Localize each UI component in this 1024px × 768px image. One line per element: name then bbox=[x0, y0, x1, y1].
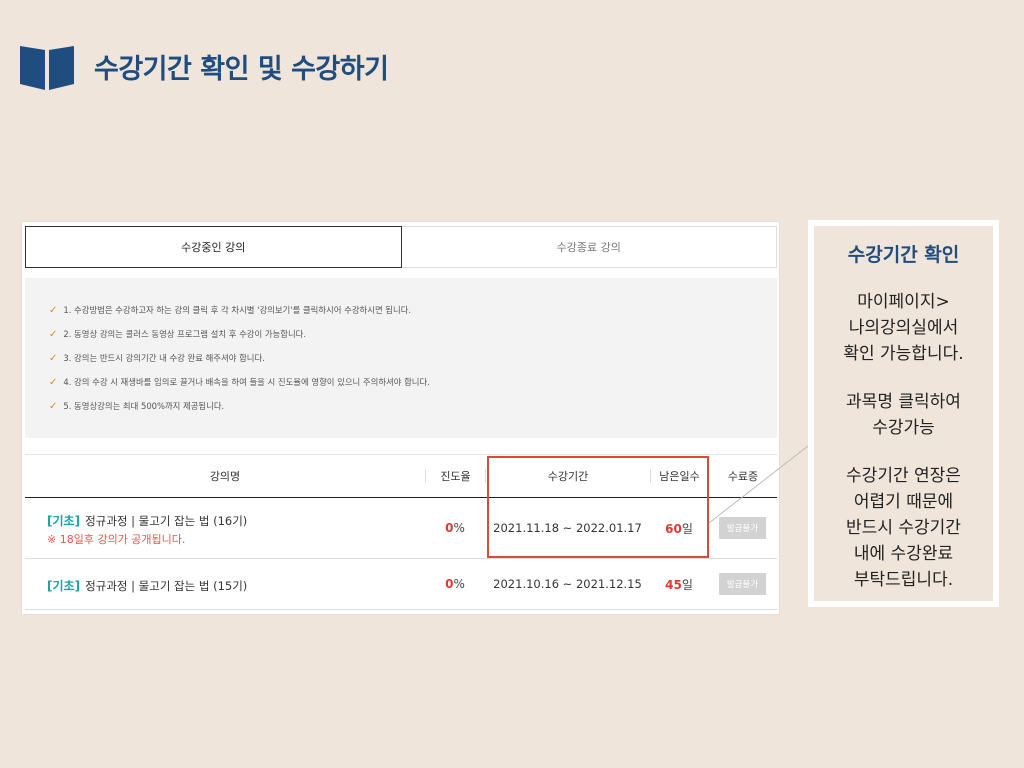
info-card-title: 수강기간 확인 bbox=[847, 244, 960, 266]
info-paragraph: 수강기간 연장은 어렵기 때문에 반드시 수강기간 내에 수강완료 부탁드립니다… bbox=[846, 466, 961, 590]
info-card: 수강기간 확인 마이페이지> 나의강의실에서 확인 가능합니다. 과목명 클릭하… bbox=[808, 220, 999, 607]
info-paragraph: 과목명 클릭하여 수강가능 bbox=[846, 392, 961, 438]
info-paragraph: 마이페이지> 나의강의실에서 확인 가능합니다. bbox=[843, 292, 964, 364]
